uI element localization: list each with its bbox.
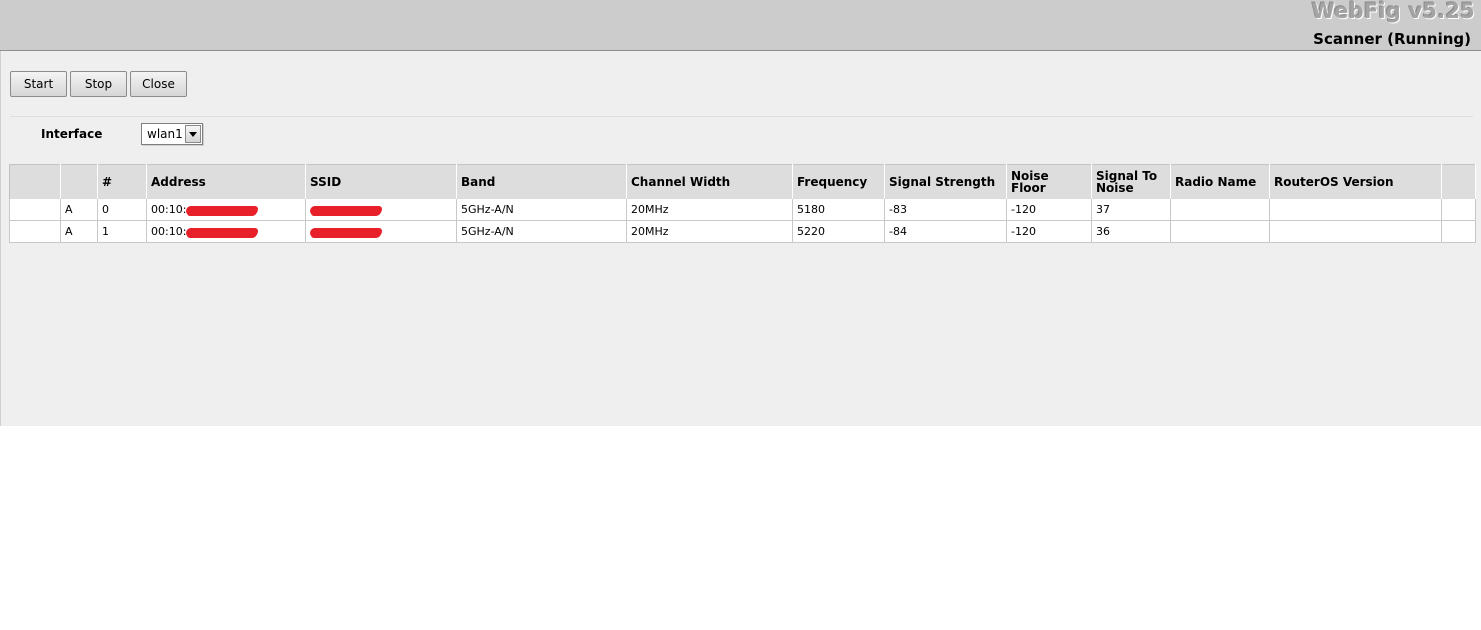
column-header-extra[interactable] [1441,164,1476,199]
start-button[interactable]: Start [10,71,67,97]
routeros-version-cell [1269,199,1442,221]
column-header-address[interactable]: Address [146,164,306,199]
ssid-cell [305,199,457,221]
column-header-radio-name[interactable]: Radio Name [1170,164,1270,199]
close-button[interactable]: Close [130,71,187,97]
noise-floor-cell: -120 [1006,199,1092,221]
row-select-cell[interactable] [9,220,61,243]
column-header-routeros-version[interactable]: RouterOS Version [1269,164,1442,199]
column-header-band[interactable]: Band [456,164,627,199]
channel-width-cell: 20MHz [626,199,793,221]
dropdown-arrow-icon[interactable] [185,125,201,143]
interface-select[interactable]: wlan1 [141,123,203,145]
band-cell: 5GHz-A/N [456,199,627,221]
snr-cell: 37 [1091,199,1171,221]
frequency-cell: 5220 [792,220,885,243]
flag-cell: A [60,199,98,221]
extra-cell [1441,220,1476,243]
table-row[interactable]: A 0 00:10: 5GHz-A/N 20MHz 5180 -83 -120 … [9,199,1476,221]
brand-logo: WebFig v5.25 [1311,0,1475,23]
interface-label: Interface [41,127,103,141]
channel-width-cell: 20MHz [626,220,793,243]
snr-cell: 36 [1091,220,1171,243]
table-header-row: # Address SSID Band Channel Width Freque… [9,164,1476,199]
redaction-mark [186,205,259,215]
address-cell: 00:10: [146,199,306,221]
interface-selected-value: wlan1 [147,127,183,141]
redaction-mark [186,227,259,237]
radio-name-cell [1170,199,1270,221]
column-header-ssid[interactable]: SSID [305,164,457,199]
column-header-frequency[interactable]: Frequency [792,164,885,199]
column-header-number[interactable]: # [97,164,147,199]
address-prefix: 00:10: [151,225,187,238]
noise-floor-cell: -120 [1006,220,1092,243]
address-prefix: 00:10: [151,203,187,216]
ssid-cell [305,220,457,243]
column-header-signal-to-noise[interactable]: Signal To Noise [1091,164,1171,199]
radio-name-cell [1170,220,1270,243]
address-cell: 00:10: [146,220,306,243]
window-title: Scanner (Running) [1313,30,1471,48]
flag-cell: A [60,220,98,243]
scanner-panel: Start Stop Close Interface wlan1 # Addre… [0,51,1481,426]
signal-strength-cell: -84 [884,220,1007,243]
column-header-flags[interactable] [60,164,98,199]
column-header-select[interactable] [9,164,61,199]
table-row[interactable]: A 1 00:10: 5GHz-A/N 20MHz 5220 -84 -120 … [9,220,1476,243]
column-header-signal-strength[interactable]: Signal Strength [884,164,1007,199]
column-header-noise-floor[interactable]: Noise Floor [1006,164,1092,199]
redaction-mark [310,227,382,237]
top-bar: WebFig v5.25 Scanner (Running) [0,0,1481,51]
scan-results-table: # Address SSID Band Channel Width Freque… [9,164,1476,243]
stop-button[interactable]: Stop [70,71,127,97]
number-cell: 0 [97,199,147,221]
signal-strength-cell: -83 [884,199,1007,221]
redaction-mark [310,205,382,215]
band-cell: 5GHz-A/N [456,220,627,243]
extra-cell [1441,199,1476,221]
row-select-cell[interactable] [9,199,61,221]
divider [10,116,1473,117]
frequency-cell: 5180 [792,199,885,221]
column-header-channel-width[interactable]: Channel Width [626,164,793,199]
routeros-version-cell [1269,220,1442,243]
number-cell: 1 [97,220,147,243]
